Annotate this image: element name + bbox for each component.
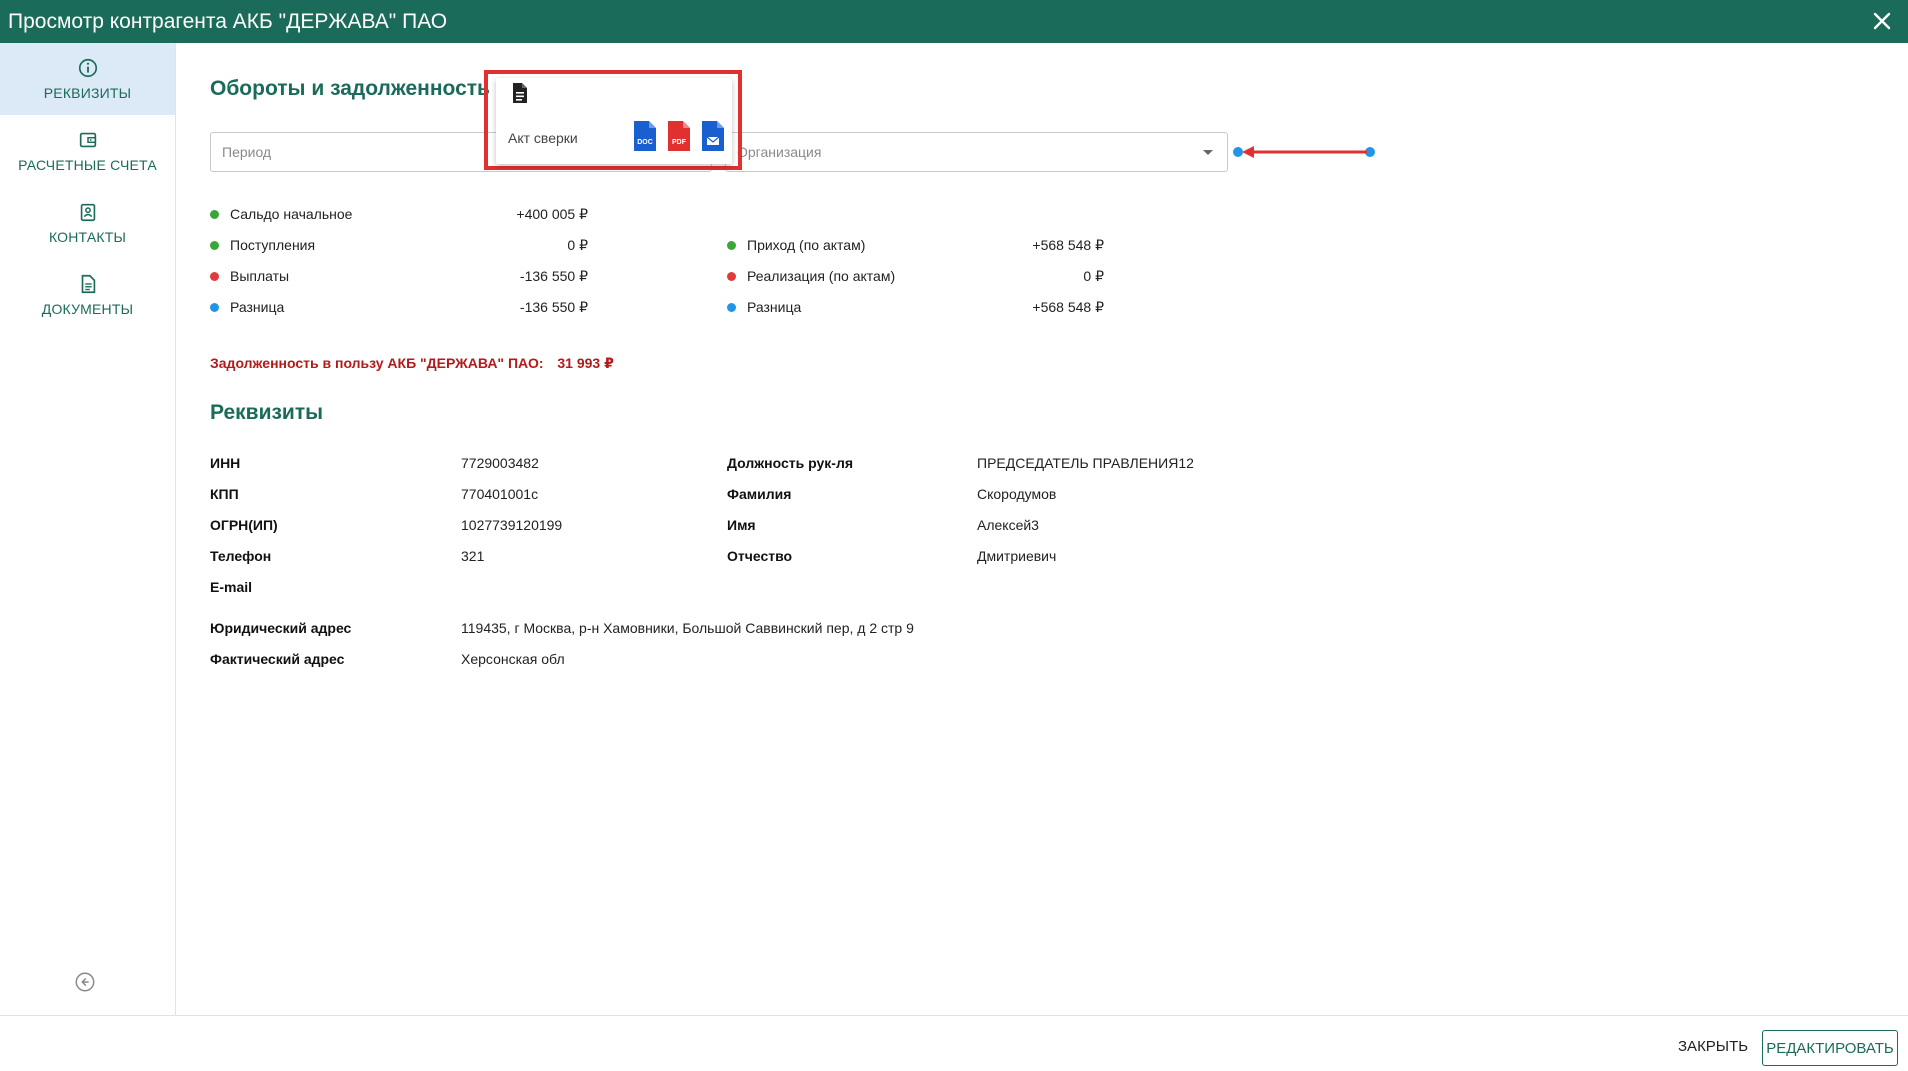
act-label: Акт сверки xyxy=(508,130,578,146)
row-label: Приход (по актам) xyxy=(747,237,866,253)
debt-label: Задолженность в пользу АКБ "ДЕРЖАВА" ПАО… xyxy=(210,355,544,371)
sidebar-item-label: КОНТАКТЫ xyxy=(48,229,127,245)
debt-line: Задолженность в пользу АКБ "ДЕРЖАВА" ПАО… xyxy=(210,355,614,372)
legend-row: Выплаты xyxy=(210,268,289,284)
act-popover: Акт сверки DOC PDF xyxy=(484,70,742,170)
surname-value: Скородумов xyxy=(977,486,1057,502)
phone-label: Телефон xyxy=(210,548,272,564)
organization-select[interactable]: Организация xyxy=(725,132,1228,172)
email-file-icon[interactable] xyxy=(700,120,726,152)
document-icon xyxy=(81,274,95,294)
doc-file-icon[interactable]: DOC xyxy=(632,120,658,152)
edit-button[interactable]: РЕДАКТИРОВАТЬ xyxy=(1762,1030,1898,1066)
pdf-label: PDF xyxy=(672,139,687,146)
position-label: Должность рук-ля xyxy=(727,455,854,471)
close-icon[interactable] xyxy=(1870,9,1894,33)
legend-row: Сальдо начальное xyxy=(210,206,352,222)
legend-row: Поступления xyxy=(210,237,315,253)
annotation-arrow-icon xyxy=(1233,146,1375,158)
ogrn-value: 1027739120199 xyxy=(461,517,563,533)
legend-row: Приход (по актам) xyxy=(727,237,865,253)
window-titlebar: Просмотр контрагента АКБ "ДЕРЖАВА" ПАО xyxy=(0,0,1908,43)
row-label: Выплаты xyxy=(230,268,290,284)
row-label: Поступления xyxy=(230,237,316,253)
name-value: Алексей3 xyxy=(977,517,1039,533)
kpp-label: КПП xyxy=(210,486,239,502)
green-dot-icon xyxy=(727,240,736,250)
row-value: 0 ₽ xyxy=(1083,268,1104,284)
green-dot-icon xyxy=(210,209,219,219)
row-label: Реализация (по актам) xyxy=(747,268,896,284)
actual-address-value: Херсонская обл xyxy=(461,651,565,667)
legend-row: Разница xyxy=(727,299,801,315)
close-button[interactable]: ЗАКРЫТЬ xyxy=(1668,1028,1758,1064)
sidebar-item-label: ДОКУМЕНТЫ xyxy=(41,301,134,317)
row-label: Сальдо начальное xyxy=(230,206,353,222)
footer: ЗАКРЫТЬ РЕДАКТИРОВАТЬ xyxy=(0,1015,1908,1071)
sidebar-item-documents[interactable]: ДОКУМЕНТЫ xyxy=(0,259,175,331)
row-label: Разница xyxy=(230,299,285,315)
period-placeholder: Период xyxy=(222,144,272,160)
contact-card-icon xyxy=(80,203,95,222)
organization-placeholder: Организация xyxy=(737,144,822,160)
row-value: +568 548 ₽ xyxy=(1032,299,1104,315)
surname-label: Фамилия xyxy=(727,486,792,502)
blue-dot-icon xyxy=(210,302,219,312)
email-label: E-mail xyxy=(210,579,253,595)
legend-row: Реализация (по актам) xyxy=(727,268,895,284)
window-title: Просмотр контрагента АКБ "ДЕРЖАВА" ПАО xyxy=(8,9,448,33)
phone-value: 321 xyxy=(461,548,485,564)
name-label: Имя xyxy=(727,517,756,533)
pdf-file-icon[interactable]: PDF xyxy=(666,120,692,152)
legal-address-value: 119435, г Москва, р-н Хамовники, Большой… xyxy=(461,620,914,636)
arrow-left-circle-icon[interactable] xyxy=(74,971,96,993)
row-label: Разница xyxy=(747,299,802,315)
sidebar: РЕКВИЗИТЫ РАСЧЕТНЫЕ СЧЕТА КОНТАКТЫ ДОКУМ… xyxy=(0,43,176,1015)
turnover-title: Обороты и задолженность xyxy=(210,77,490,100)
chevron-down-icon[interactable] xyxy=(1203,150,1213,155)
act-popover-panel: Акт сверки DOC PDF xyxy=(496,78,732,164)
row-value: +568 548 ₽ xyxy=(1032,237,1104,253)
debt-value: 31 993 ₽ xyxy=(557,355,614,371)
row-value: -136 550 ₽ xyxy=(519,268,588,284)
green-dot-icon xyxy=(210,240,219,250)
inn-value: 7729003482 xyxy=(461,455,539,471)
document-icon[interactable] xyxy=(510,82,530,104)
actual-address-label: Фактический адрес xyxy=(210,651,345,667)
patronymic-label: Отчество xyxy=(727,548,793,564)
wallet-icon xyxy=(79,132,96,148)
row-value: 0 ₽ xyxy=(567,237,588,253)
position-value: ПРЕДСЕДАТЕЛЬ ПРАВЛЕНИЯ12 xyxy=(977,455,1194,471)
info-icon xyxy=(78,58,97,78)
sidebar-item-requisites[interactable]: РЕКВИЗИТЫ xyxy=(0,43,175,115)
sidebar-item-label: РЕКВИЗИТЫ xyxy=(43,85,132,101)
main-content: Обороты и задолженность Период Организац… xyxy=(176,43,1908,1015)
ogrn-label: ОГРН(ИП) xyxy=(210,517,278,533)
legal-address-label: Юридический адрес xyxy=(210,620,352,636)
sidebar-item-label: РАСЧЕТНЫЕ СЧЕТА xyxy=(18,157,157,173)
row-value: +400 005 ₽ xyxy=(516,206,588,222)
legend-row: Разница xyxy=(210,299,284,315)
sidebar-item-contacts[interactable]: КОНТАКТЫ xyxy=(0,187,175,259)
blue-dot-icon xyxy=(727,302,736,312)
patronymic-value: Дмитриевич xyxy=(977,548,1057,564)
red-dot-icon xyxy=(727,271,736,281)
doc-label: DOC xyxy=(637,139,653,146)
red-dot-icon xyxy=(210,271,219,281)
sidebar-item-accounts[interactable]: РАСЧЕТНЫЕ СЧЕТА xyxy=(0,115,175,187)
requisites-title: Реквизиты xyxy=(210,401,324,424)
inn-label: ИНН xyxy=(210,455,241,471)
row-value: -136 550 ₽ xyxy=(519,299,588,315)
kpp-value: 770401001с xyxy=(461,486,539,502)
